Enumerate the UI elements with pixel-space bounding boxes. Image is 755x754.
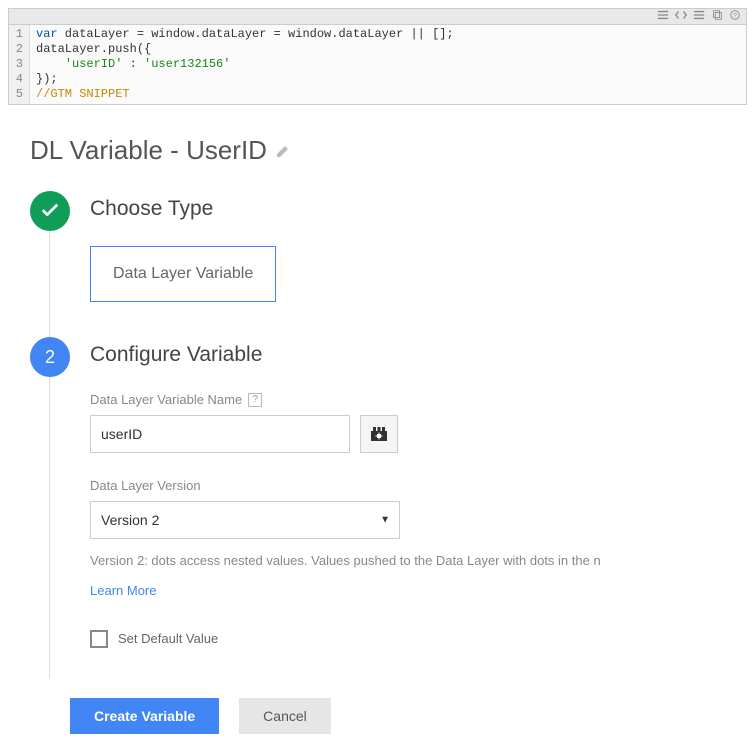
var-name-input[interactable] (90, 415, 350, 453)
step-configure-variable: 2 Configure Variable Data Layer Variable… (30, 337, 735, 678)
check-icon (39, 200, 61, 222)
brick-icon (369, 425, 389, 443)
toolbar-list-icon[interactable] (656, 8, 670, 26)
set-default-label: Set Default Value (118, 631, 218, 646)
step2-title: Configure Variable (90, 343, 735, 367)
step1-title: Choose Type (90, 197, 735, 221)
code-gutter: 1 2 3 4 5 (9, 25, 30, 104)
code-toolbar: ? (9, 9, 746, 25)
version-select[interactable]: Version 2 (90, 501, 400, 539)
step1-badge-check (30, 191, 70, 231)
set-default-checkbox[interactable] (90, 630, 108, 648)
version-label: Data Layer Version (90, 478, 735, 493)
step-choose-type: Choose Type Data Layer Variable (30, 191, 735, 337)
toolbar-code-icon[interactable] (674, 8, 688, 26)
variable-type-box[interactable]: Data Layer Variable (90, 246, 276, 302)
page-title: DL Variable - UserID (30, 135, 735, 166)
version-helper-text: Version 2: dots access nested values. Va… (90, 551, 735, 571)
learn-more-link[interactable]: Learn More (90, 583, 156, 598)
toolbar-copy-icon[interactable] (710, 8, 724, 26)
edit-icon[interactable] (275, 135, 291, 166)
help-icon[interactable]: ? (248, 393, 262, 407)
toolbar-lines-icon[interactable] (692, 8, 706, 26)
svg-text:?: ? (733, 12, 737, 19)
var-name-label: Data Layer Variable Name ? (90, 392, 735, 407)
cancel-button[interactable]: Cancel (239, 698, 331, 734)
create-variable-button[interactable]: Create Variable (70, 698, 219, 734)
code-editor: ? 1 2 3 4 5 var dataLayer = window.dataL… (8, 8, 747, 105)
code-content[interactable]: var dataLayer = window.dataLayer = windo… (30, 25, 460, 104)
step2-badge: 2 (30, 337, 70, 377)
variable-picker-button[interactable] (360, 415, 398, 453)
toolbar-help-icon[interactable]: ? (728, 8, 742, 26)
